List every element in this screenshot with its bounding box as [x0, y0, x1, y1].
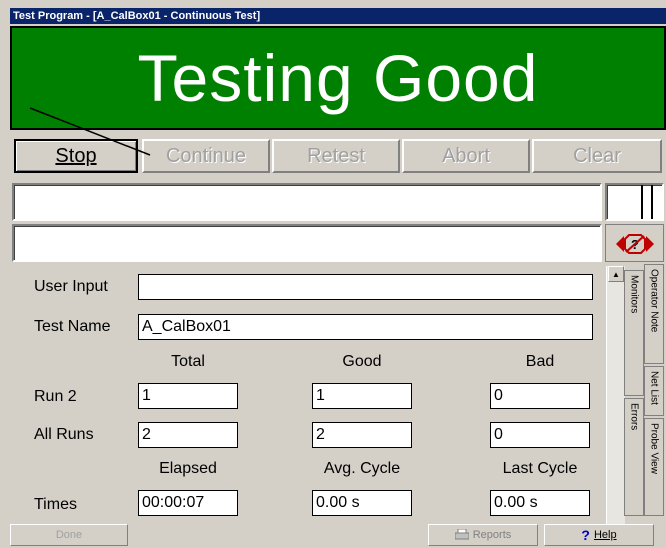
test-panel: User Input Test Name A_CalBox01 Total Go… — [10, 264, 606, 546]
good-header: Good — [342, 353, 382, 370]
status-banner: Testing Good — [10, 26, 666, 130]
elapsed-header: Elapsed — [159, 460, 217, 477]
done-label: Done — [55, 529, 83, 541]
toolbar: Stop Continue Retest Abort Clear — [10, 135, 666, 177]
printer-icon — [454, 529, 469, 540]
abort-label: Abort — [442, 144, 490, 167]
retest-label: Retest — [307, 144, 365, 167]
tab-net-list[interactable]: Net List — [644, 366, 664, 416]
avg-cycle-field: 0.00 s — [312, 490, 412, 516]
run-label: Run 2 — [34, 388, 77, 405]
avg-cycle-header: Avg. Cycle — [323, 460, 401, 477]
tab-probe-view[interactable]: Probe View — [644, 418, 664, 516]
test-name-field[interactable]: A_CalBox01 — [138, 314, 593, 340]
main-window: Test Program - [A_CalBox01 - Continuous … — [0, 0, 666, 548]
help-question-icon: ? — [581, 527, 590, 543]
tab-net-list-label: Net List — [648, 371, 660, 405]
bad-header: Bad — [525, 353, 555, 370]
nav-control[interactable]: ? — [605, 224, 664, 262]
vertical-scrollbar[interactable]: ▲ ▼ — [606, 266, 625, 542]
stop-button[interactable]: Stop — [14, 139, 138, 173]
help-label: Help — [593, 529, 617, 541]
user-input-field[interactable] — [138, 274, 593, 300]
allruns-total-field: 2 — [138, 422, 238, 448]
tab-errors-label: Errors — [628, 403, 640, 431]
scroll-up-icon[interactable]: ▲ — [608, 266, 624, 282]
message-field-2 — [12, 224, 602, 262]
continue-label: Continue — [165, 144, 247, 167]
indicator-box — [605, 183, 664, 221]
clear-label: Clear — [573, 144, 621, 167]
clear-button[interactable]: Clear — [532, 139, 662, 173]
tab-probe-view-label: Probe View — [648, 423, 660, 474]
tab-operator-note-label: Operator Note — [648, 269, 660, 333]
run-good-field: 1 — [312, 383, 412, 409]
last-cycle-field: 0.00 s — [490, 490, 590, 516]
times-label: Times — [34, 496, 77, 513]
status-bar: Done Reports ? Help — [10, 522, 666, 546]
retest-button[interactable]: Retest — [272, 139, 400, 173]
stop-label: Stop — [55, 144, 97, 167]
allruns-good-field: 2 — [312, 422, 412, 448]
tab-errors[interactable]: Errors — [624, 398, 644, 516]
indicator-bar — [651, 185, 653, 219]
tab-monitors[interactable]: Monitors — [624, 270, 644, 396]
stop-sign-arrows-icon: ? — [616, 234, 654, 254]
done-button[interactable]: Done — [10, 524, 128, 546]
abort-button[interactable]: Abort — [402, 139, 530, 173]
title-bar: Test Program - [A_CalBox01 - Continuous … — [10, 8, 666, 24]
run-total-field: 1 — [138, 383, 238, 409]
message-field-1 — [12, 183, 602, 221]
help-button[interactable]: ? Help — [544, 524, 654, 546]
user-input-label: User Input — [34, 278, 108, 295]
allruns-bad-field: 0 — [490, 422, 590, 448]
status-text: Testing Good — [137, 41, 539, 115]
indicator-bar — [641, 185, 643, 219]
reports-button[interactable]: Reports — [428, 524, 538, 546]
total-header: Total — [171, 353, 205, 370]
elapsed-field: 00:00:07 — [138, 490, 238, 516]
reports-label: Reports — [472, 529, 512, 541]
test-name-label: Test Name — [34, 318, 111, 335]
tab-operator-note[interactable]: Operator Note — [644, 264, 664, 364]
run-bad-field: 0 — [490, 383, 590, 409]
last-cycle-header: Last Cycle — [502, 460, 578, 477]
all-runs-label: All Runs — [34, 426, 94, 443]
tab-monitors-label: Monitors — [628, 275, 640, 314]
continue-button[interactable]: Continue — [142, 139, 270, 173]
